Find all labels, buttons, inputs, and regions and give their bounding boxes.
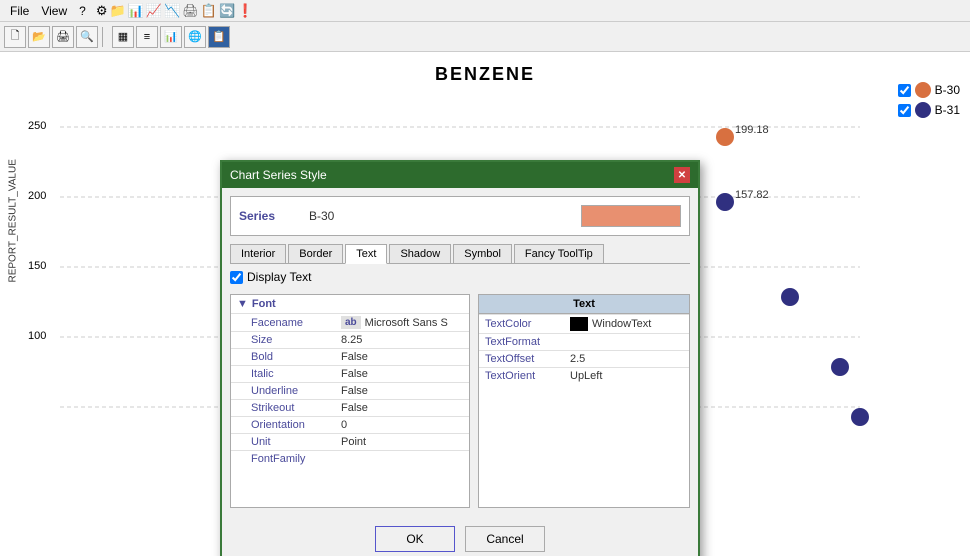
- dialog-tabs: Interior Border Text Shadow Symbol Fancy…: [230, 244, 690, 264]
- display-text-checkbox[interactable]: [230, 271, 243, 284]
- font-row-italic: Italic False: [231, 365, 469, 382]
- text-row-textcolor: TextColor WindowText: [479, 314, 689, 333]
- text-row-textorient: TextOrient UpLeft: [479, 367, 689, 384]
- dialog-titlebar: Chart Series Style ✕: [222, 162, 698, 188]
- font-row-orientation: Orientation 0: [231, 416, 469, 433]
- font-panel: ▼ Font Facename ab Microsoft Sans S Size…: [230, 294, 470, 508]
- textcolor-swatch: [570, 317, 588, 331]
- font-key-fontfamily: FontFamily: [251, 453, 341, 465]
- font-key-orientation: Orientation: [251, 419, 341, 431]
- font-val-italic: False: [341, 368, 368, 380]
- toolbar-print[interactable]: 🖨: [52, 26, 74, 48]
- facename-ab-icon: ab: [341, 316, 361, 329]
- toolbar: 🗋 📂 🖨 🔍 ▦ ≡ 📊 🌐 📋: [0, 22, 970, 52]
- menu-file[interactable]: File: [4, 2, 35, 20]
- toolbar-preview[interactable]: 🔍: [76, 26, 98, 48]
- menu-bar: File View ? ⚙ 📁 📊 📈 📉 🖨 📋 🔄 ❗: [0, 0, 970, 22]
- font-key-size: Size: [251, 334, 341, 346]
- dialog-overlay: Chart Series Style ✕ Series B-30 Interio…: [0, 52, 970, 556]
- font-val-unit: Point: [341, 436, 366, 448]
- font-val-strikeout: False: [341, 402, 368, 414]
- font-key-strikeout: Strikeout: [251, 402, 341, 414]
- font-header-label: Font: [252, 298, 276, 310]
- text-panel-header: Text: [479, 295, 689, 314]
- menu-help[interactable]: ?: [73, 2, 92, 20]
- font-row-facename: Facename ab Microsoft Sans S: [231, 313, 469, 331]
- toolbar-table[interactable]: ▦: [112, 26, 134, 48]
- text-row-textoffset: TextOffset 2.5: [479, 350, 689, 367]
- text-key-textoffset: TextOffset: [485, 353, 570, 365]
- font-val-size: 8.25: [341, 334, 362, 346]
- toolbar-new[interactable]: 🗋: [4, 26, 26, 48]
- tab-text[interactable]: Text: [345, 244, 387, 264]
- font-key-unit: Unit: [251, 436, 341, 448]
- display-text-label: Display Text: [247, 270, 311, 284]
- toolbar-globe[interactable]: 🌐: [184, 26, 206, 48]
- dialog-title-text: Chart Series Style: [230, 168, 327, 182]
- font-row-size: Size 8.25: [231, 331, 469, 348]
- font-key-facename: Facename: [251, 317, 341, 329]
- tab-symbol[interactable]: Symbol: [453, 244, 512, 263]
- text-panel: Text TextColor WindowText TextFormat Tex…: [478, 294, 690, 508]
- text-key-textformat: TextFormat: [485, 336, 570, 348]
- font-row-underline: Underline False: [231, 382, 469, 399]
- font-val-facename: Microsoft Sans S: [365, 317, 448, 329]
- toolbar-report[interactable]: 📋: [208, 26, 230, 48]
- text-key-textorient: TextOrient: [485, 370, 570, 382]
- font-val-underline: False: [341, 385, 368, 397]
- font-row-fontfamily: FontFamily: [231, 450, 469, 467]
- text-row-textformat: TextFormat: [479, 333, 689, 350]
- dialog-buttons: OK Cancel: [222, 516, 698, 556]
- toolbar-open[interactable]: 📂: [28, 26, 50, 48]
- text-val-textorient: UpLeft: [570, 370, 602, 382]
- main-area: BENZENE 199.18 157.82 250 200 150 100 RE…: [0, 52, 970, 556]
- toolbar-chart-bar[interactable]: 📊: [160, 26, 182, 48]
- tab-border[interactable]: Border: [288, 244, 343, 263]
- collapse-icon[interactable]: ▼: [237, 298, 248, 310]
- font-val-orientation: 0: [341, 419, 347, 431]
- font-key-underline: Underline: [251, 385, 341, 397]
- font-row-bold: Bold False: [231, 348, 469, 365]
- font-row-strikeout: Strikeout False: [231, 399, 469, 416]
- toolbar-sep-1: [102, 27, 108, 47]
- series-value: B-30: [309, 209, 571, 223]
- font-row-unit: Unit Point: [231, 433, 469, 450]
- text-val-textoffset: 2.5: [570, 353, 585, 365]
- menu-view[interactable]: View: [35, 2, 73, 20]
- ok-button[interactable]: OK: [375, 526, 455, 552]
- font-val-bold: False: [341, 351, 368, 363]
- font-key-italic: Italic: [251, 368, 341, 380]
- dialog-close-button[interactable]: ✕: [674, 167, 690, 183]
- display-text-row: Display Text: [230, 270, 690, 284]
- chart-series-style-dialog: Chart Series Style ✕ Series B-30 Interio…: [220, 160, 700, 556]
- toolbar-list[interactable]: ≡: [136, 26, 158, 48]
- series-color-box[interactable]: [581, 205, 681, 227]
- cancel-button[interactable]: Cancel: [465, 526, 545, 552]
- tab-fancy-tooltip[interactable]: Fancy ToolTip: [514, 244, 604, 263]
- text-val-textcolor: WindowText: [592, 318, 651, 330]
- font-key-bold: Bold: [251, 351, 341, 363]
- text-key-textcolor: TextColor: [485, 318, 570, 330]
- tab-interior[interactable]: Interior: [230, 244, 286, 263]
- series-label: Series: [239, 209, 299, 223]
- dialog-panels: ▼ Font Facename ab Microsoft Sans S Size…: [222, 286, 698, 516]
- series-row: Series B-30: [230, 196, 690, 236]
- font-panel-header: ▼ Font: [231, 295, 469, 313]
- tab-shadow[interactable]: Shadow: [389, 244, 451, 263]
